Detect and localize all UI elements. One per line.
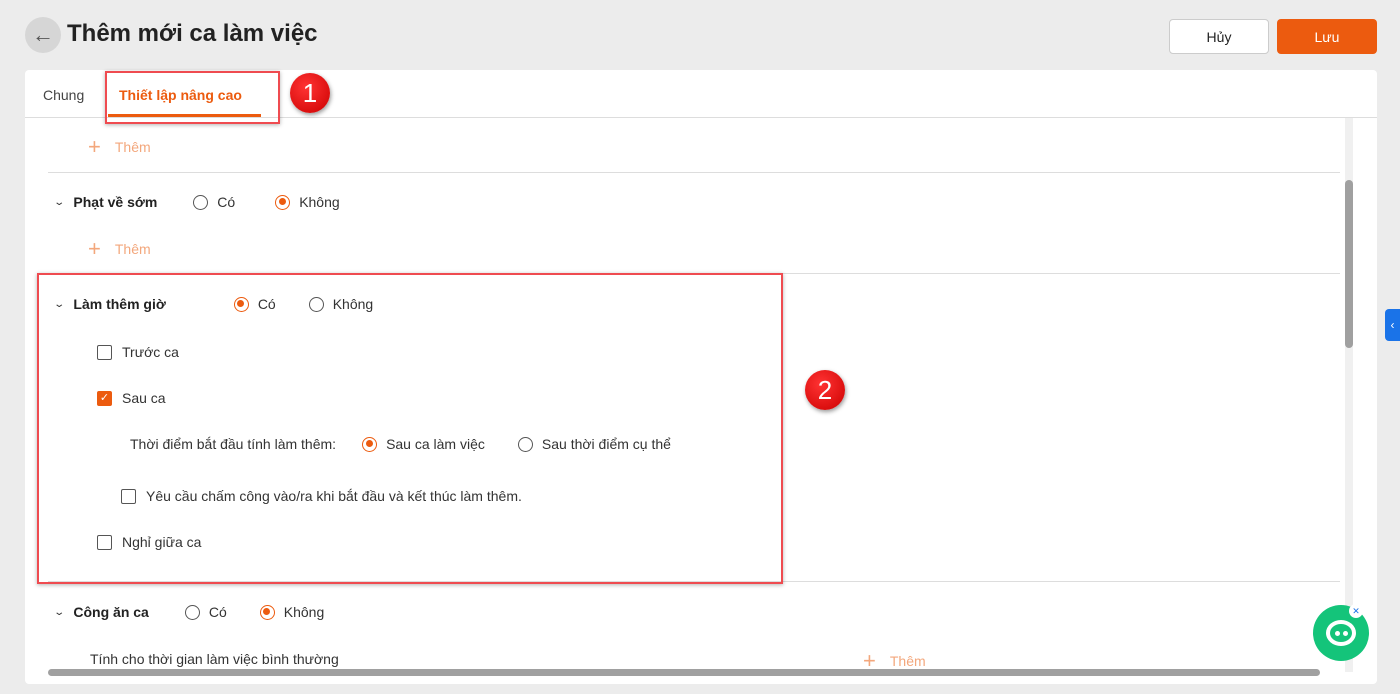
normal-time-label: Tính cho thời gian làm việc bình thường: [90, 651, 339, 667]
early-leave-row: ⌄ Phạt về sớm Có Không: [53, 194, 340, 210]
horizontal-scrollbar[interactable]: [48, 669, 1320, 676]
annotation-badge-2: 2: [805, 370, 845, 410]
arrow-left-icon: ←: [32, 22, 54, 47]
meal-no[interactable]: Không: [259, 604, 324, 620]
early-leave-no[interactable]: Không: [275, 194, 340, 210]
meal-row: ⌄ Công ăn ca Có Không: [53, 604, 325, 620]
add-button[interactable]: + Thêm: [88, 134, 151, 160]
plus-icon: +: [88, 134, 101, 159]
radio-selected[interactable]: [259, 604, 275, 620]
save-button[interactable]: Lưu: [1277, 19, 1377, 54]
divider: [48, 172, 1340, 173]
page-title: Thêm mới ca làm việc: [67, 20, 318, 47]
close-icon[interactable]: ✕: [1349, 604, 1363, 618]
tab-general[interactable]: Chung: [43, 87, 84, 103]
vertical-scroll-thumb[interactable]: [1345, 180, 1353, 348]
early-leave-yes[interactable]: Có: [193, 194, 235, 210]
annotation-badge-1: 1: [290, 73, 330, 113]
meal-yes[interactable]: Có: [184, 604, 227, 620]
chevron-left-icon[interactable]: ‹: [1385, 309, 1400, 341]
add-button[interactable]: + Thêm: [88, 236, 151, 262]
radio-selected[interactable]: [275, 194, 291, 210]
annotation-box-1: [105, 71, 280, 124]
chevron-down-icon[interactable]: ⌄: [53, 607, 65, 618]
annotation-box-2: [37, 273, 783, 584]
radio[interactable]: [184, 604, 200, 620]
cancel-button[interactable]: Hủy: [1169, 19, 1269, 54]
back-button[interactable]: ←: [25, 17, 61, 53]
plus-icon: +: [88, 236, 101, 261]
radio[interactable]: [193, 194, 209, 210]
chevron-down-icon[interactable]: ⌄: [53, 197, 65, 208]
